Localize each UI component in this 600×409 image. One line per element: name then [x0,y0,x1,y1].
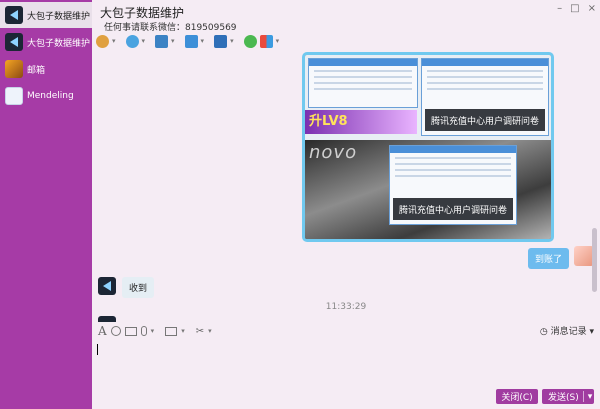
divider [582,391,584,402]
sidebar-item-label: 大包子数据维护 [27,38,91,49]
gif-icon[interactable] [124,326,137,336]
chevron-down-icon[interactable]: ▾ [112,37,116,45]
message-bubble-received: 收到 [122,277,155,298]
screen-share-icon[interactable] [155,34,169,48]
add-app-icon[interactable] [243,34,257,48]
sidebar-item-active[interactable]: 大包子数据维护 [0,2,92,28]
chevron-down-icon[interactable]: ▾ [142,37,146,45]
voice-icon[interactable] [140,326,147,336]
chevron-down-icon[interactable]: ▾ [276,37,280,45]
chevron-down-icon[interactable]: ▾ [230,37,234,45]
qq-logo-avatar-icon [5,6,23,24]
send-button[interactable]: 发送(S) ▾ [542,389,594,404]
image-icon[interactable] [165,326,178,336]
chat-toolbar: ▾ ▾ ▾ ▾ ▾ ▾ [96,32,286,50]
chat-scrollbar[interactable] [592,228,597,292]
text-caret [97,344,98,355]
my-avatar[interactable] [574,246,594,266]
survey-banner: 腾讯充值中心用户调研问卷 [393,198,513,220]
emoji-icon[interactable] [110,326,121,336]
message-list[interactable]: 腾讯充值中心用户调研问卷 升LV8 novo 腾讯充值中心用户调研问卷 到账了 … [92,52,600,322]
chevron-down-icon[interactable]: ▾ [181,327,185,335]
qq-logo-avatar-icon [5,33,23,51]
message-history-button[interactable]: ◷ 消息记录 ▾ [540,324,594,337]
message-bubble-sent: 到账了 [527,248,569,269]
video-icon[interactable] [125,34,139,48]
input-toolbar: A ▾ ▾ ✂ ▾ [92,322,600,340]
orange-avatar-icon [5,60,23,78]
close-icon[interactable]: × [588,3,596,14]
font-icon[interactable]: A [98,324,107,338]
contact-avatar[interactable] [98,277,116,295]
history-label: 消息记录 [550,327,587,337]
message-input[interactable] [92,340,600,386]
send-label: 发送(S) [548,393,579,403]
microphone-icon[interactable] [96,34,109,48]
sidebar-item-mendeling[interactable]: Mendeling [0,83,92,109]
sidebar-item-conversation[interactable]: 大包子数据维护 [0,29,92,55]
screenshot-icon[interactable]: ✂ [196,326,204,337]
chat-title: 大包子数据维护 [100,6,185,20]
mini-window [308,58,418,108]
folder-icon[interactable] [184,34,198,48]
screenshot-desktop: 腾讯充值中心用户调研问卷 升LV8 [305,55,551,140]
apps-grid-icon[interactable] [259,34,273,48]
mini-window: 腾讯充值中心用户调研问卷 [421,58,549,136]
novo-text: novo [309,142,358,163]
mini-window: 腾讯充值中心用户调研问卷 [389,145,517,225]
minimize-icon[interactable]: – [557,3,562,14]
survey-banner: 腾讯充值中心用户调研问卷 [425,109,545,131]
chevron-down-icon[interactable]: ▾ [151,327,155,335]
send-options-chevron-icon[interactable]: ▾ [588,392,593,402]
sidebar-item-label: Mendeling [27,91,74,101]
sidebar-item-label: 大包子数据维护 [27,11,91,22]
close-button[interactable]: 关闭(C) [496,389,538,404]
chevron-down-icon[interactable]: ▾ [171,37,175,45]
conversation-sidebar: 大包子数据维护 大包子数据维护 邮箱 Mendeling [0,0,92,409]
remote-desktop-icon[interactable] [214,34,228,48]
window-controls: – □ × [557,3,596,14]
lv8-banner: 升LV8 [305,110,417,134]
chat-window: 大包子数据维护 任何事请联系微信：819509569 – □ × ▾ ▾ ▾ ▾… [92,0,600,409]
chevron-down-icon: ▾ [589,327,594,337]
sidebar-item-mailbox[interactable]: 邮箱 [0,56,92,82]
clock-icon: ◷ [539,327,548,337]
user-avatar-icon [5,87,23,105]
sidebar-item-label: 邮箱 [27,65,46,76]
chevron-down-icon[interactable]: ▾ [208,327,212,335]
chevron-down-icon[interactable]: ▾ [201,37,205,45]
maximize-icon[interactable]: □ [570,3,579,14]
message-timestamp: 11:33:29 [325,302,367,312]
chat-header: 大包子数据维护 任何事请联系微信：819509569 – □ × ▾ ▾ ▾ ▾… [92,0,600,52]
screenshot-image-message[interactable]: 腾讯充值中心用户调研问卷 升LV8 novo 腾讯充值中心用户调研问卷 [302,52,554,242]
